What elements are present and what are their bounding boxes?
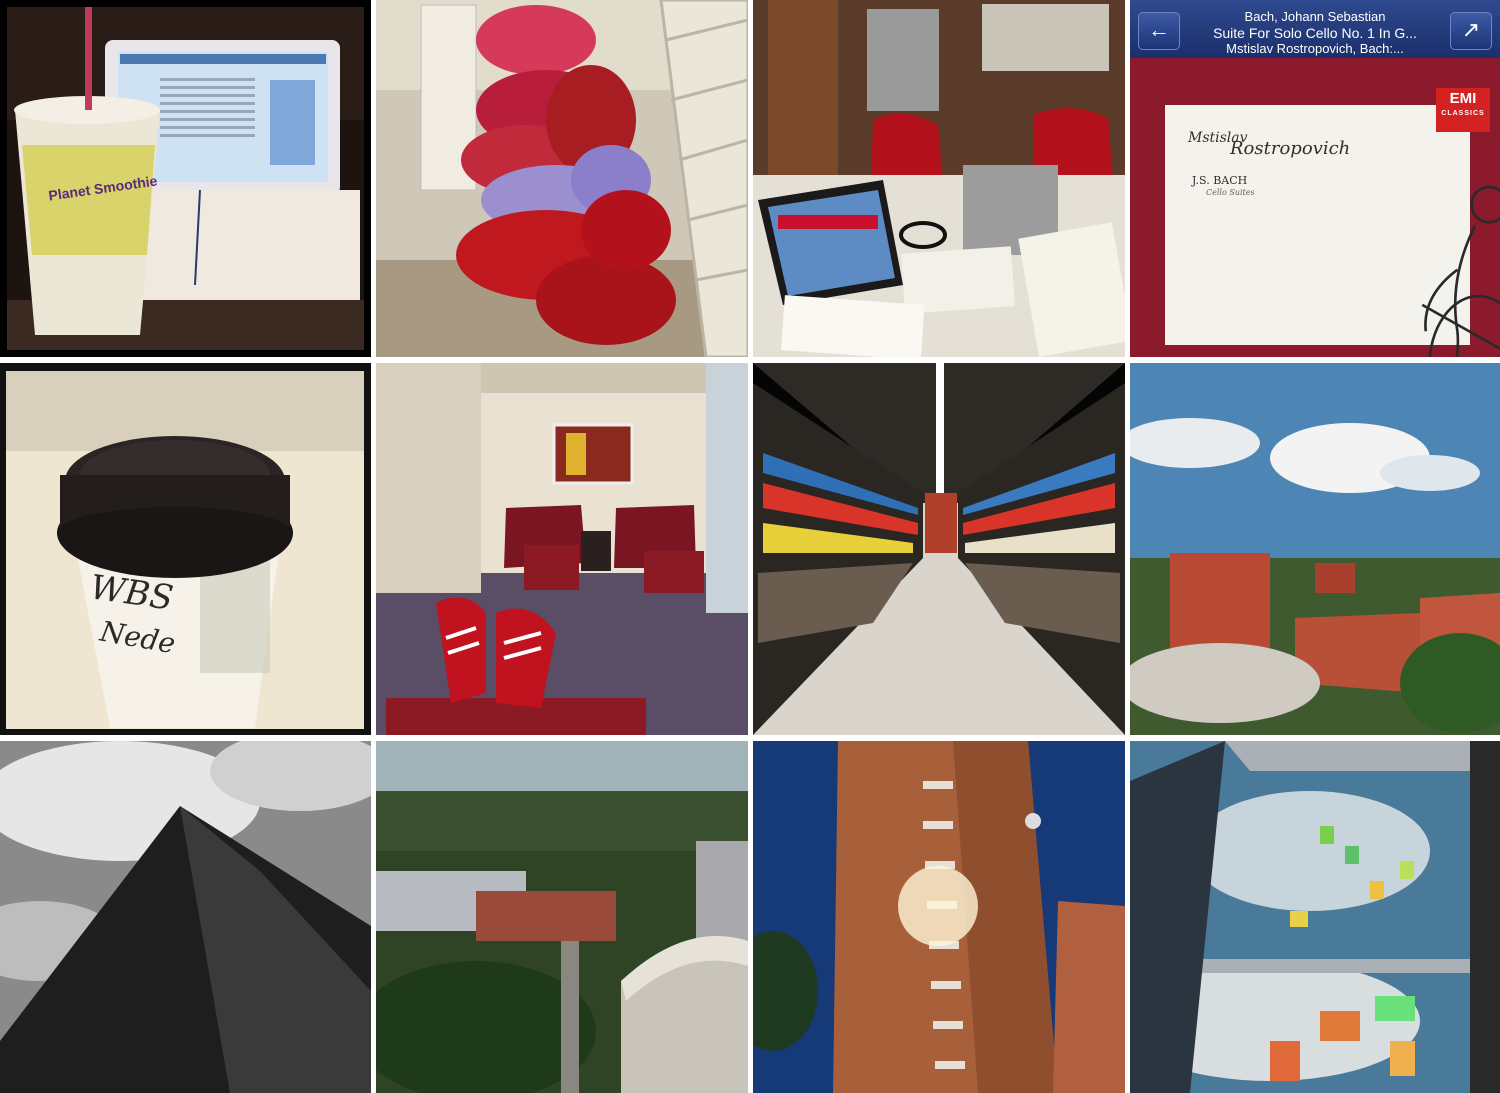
album-label: Mstislav Rostropovich, Bach:... [1226, 41, 1404, 56]
album-cover: Mstislav Rostropovich J.S. BACH Cello Su… [1130, 58, 1500, 357]
notes-paper [901, 246, 1015, 314]
window-scene [1130, 741, 1500, 1093]
album-subtitle: Cello Suites [1206, 188, 1255, 197]
wall-painting [552, 423, 634, 485]
sun-flare [898, 866, 978, 946]
arrow-left-icon: ← [1148, 17, 1170, 42]
bw-tower-scene [0, 741, 371, 1093]
wooden-door [768, 0, 838, 200]
photo-campus-skyline [1130, 363, 1500, 735]
photo-study-carrel [753, 0, 1125, 357]
brick-building [1170, 553, 1270, 648]
photo-sleeping-bags [376, 0, 748, 357]
composer-label: J.S. BACH [1192, 174, 1248, 187]
artist-label: Bach, Johann Sebastian [1244, 9, 1386, 24]
cellist-sketch [1421, 185, 1500, 357]
photo-music-player: ← ↗ Bach, Johann Sebastian Suite For Sol… [1130, 0, 1500, 357]
now-playing-bar: ← ↗ Bach, Johann Sebastian Suite For Sol… [1130, 0, 1500, 58]
aerial-scene [376, 741, 748, 1093]
sleeping-bags-scene [376, 0, 748, 357]
skyline-scene [1130, 363, 1500, 735]
wall-column [376, 363, 481, 593]
red-chair [871, 113, 943, 180]
smoothie-scene [0, 0, 371, 357]
ceiling-light [936, 363, 944, 503]
photo-library-stacks [753, 363, 1125, 735]
coffee-scene [0, 363, 371, 735]
photo-smoothie-laptop: Planet Smoothie [0, 0, 371, 357]
expand-button[interactable]: ↗ [1450, 12, 1492, 50]
straw [85, 0, 92, 110]
photo-bw-tower [0, 741, 371, 1093]
photo-aerial-campus [376, 741, 748, 1093]
window-mullion [1190, 959, 1500, 973]
open-notebook [120, 190, 360, 300]
emi-logo: EMI CLASSICS [1436, 88, 1490, 132]
brick-tower-scene [753, 741, 1125, 1093]
photo-coffee-cup: WBS Nede [0, 363, 371, 735]
track-title: Suite For Solo Cello No. 1 In G... [1213, 25, 1417, 41]
performer-last: Rostropovich [1230, 138, 1351, 159]
photo-window-reflection [1130, 741, 1500, 1093]
expand-arrow-icon: ↗ [1461, 17, 1481, 42]
back-button[interactable]: ← [1138, 12, 1180, 50]
photo-brick-tower [753, 741, 1125, 1093]
carrel-scene [753, 0, 1125, 357]
lounge-scene [376, 363, 748, 735]
stacks-scene [753, 363, 1125, 735]
photo-lounge [376, 363, 748, 735]
